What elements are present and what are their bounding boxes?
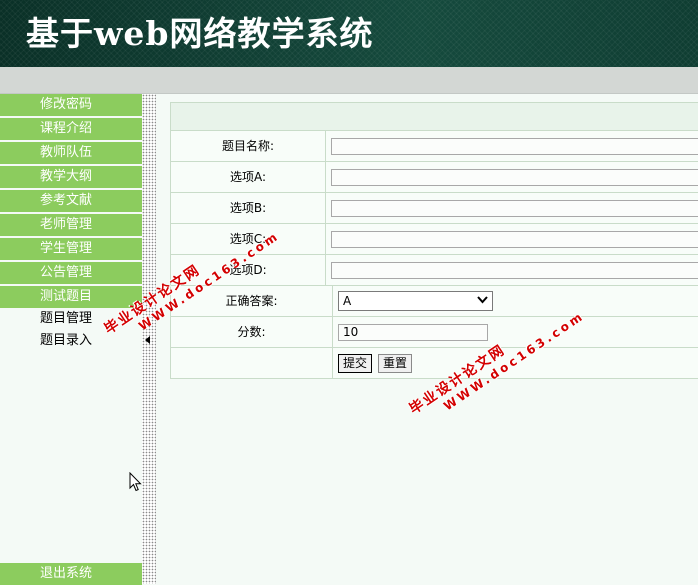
option-d-label: 选项D: bbox=[171, 255, 326, 285]
sidebar-item-test-questions[interactable]: 测试题目 bbox=[0, 286, 142, 308]
form-header-bar bbox=[171, 103, 698, 131]
question-title-label: 题目名称: bbox=[171, 131, 326, 161]
reset-button[interactable]: 重置 bbox=[378, 353, 413, 373]
option-c-input[interactable] bbox=[331, 230, 698, 248]
score-label: 分数: bbox=[171, 317, 333, 347]
submenu-item-question-entry[interactable]: 题目录入 bbox=[0, 330, 142, 352]
form-row-option-d: 选项D: bbox=[171, 255, 698, 286]
chevron-down-icon bbox=[477, 295, 488, 307]
mouse-cursor-icon bbox=[129, 472, 142, 492]
form-row-option-b: 选项B: bbox=[171, 193, 698, 224]
form-row-option-c: 选项C: bbox=[171, 224, 698, 255]
app-header: 基于web网络教学系统 bbox=[0, 0, 698, 67]
sidebar-item-logout[interactable]: 退出系统 bbox=[0, 563, 142, 585]
sidebar-item-teachers[interactable]: 教师队伍 bbox=[0, 142, 142, 164]
sidebar-item-student-management[interactable]: 学生管理 bbox=[0, 238, 142, 260]
option-d-input[interactable] bbox=[331, 261, 698, 279]
sidebar-item-change-password[interactable]: 修改密码 bbox=[0, 94, 142, 116]
option-b-label: 选项B: bbox=[171, 193, 326, 223]
form-row-answer: 正确答案: A bbox=[171, 286, 698, 317]
option-b-input[interactable] bbox=[331, 199, 698, 217]
form-row-actions: 提交 重置 bbox=[171, 348, 698, 378]
sidebar-item-syllabus[interactable]: 教学大纲 bbox=[0, 166, 142, 188]
option-a-input[interactable] bbox=[331, 168, 698, 186]
form-row-title: 题目名称: bbox=[171, 131, 698, 162]
form-row-option-a: 选项A: bbox=[171, 162, 698, 193]
sidebar-item-teacher-management[interactable]: 老师管理 bbox=[0, 214, 142, 236]
sidebar: 修改密码 课程介绍 教师队伍 教学大纲 参考文献 老师管理 学生管理 公告管理 … bbox=[0, 94, 142, 585]
correct-answer-value: A bbox=[343, 294, 352, 308]
score-input[interactable] bbox=[338, 323, 488, 341]
submit-button[interactable]: 提交 bbox=[338, 353, 373, 373]
sidebar-item-announcement-management[interactable]: 公告管理 bbox=[0, 262, 142, 284]
actions-label-cell bbox=[171, 348, 333, 378]
header-divider-bar bbox=[0, 67, 698, 94]
option-a-label: 选项A: bbox=[171, 162, 326, 192]
sidebar-item-references[interactable]: 参考文献 bbox=[0, 190, 142, 212]
question-entry-form: 题目名称: 选项A: 选项B: 选项C: 选项D: 正确答案: A 分数: 10… bbox=[170, 102, 698, 379]
submenu-item-question-management[interactable]: 题目管理 bbox=[0, 308, 142, 330]
collapse-arrow-icon[interactable] bbox=[145, 336, 150, 344]
question-title-input[interactable] bbox=[331, 137, 698, 155]
correct-answer-select[interactable]: A bbox=[338, 291, 493, 311]
form-row-score: 分数: bbox=[171, 317, 698, 348]
correct-answer-label: 正确答案: bbox=[171, 286, 333, 316]
sidebar-splitter[interactable] bbox=[142, 94, 156, 584]
sidebar-item-course-intro[interactable]: 课程介绍 bbox=[0, 118, 142, 140]
app-title: 基于web网络教学系统 bbox=[26, 14, 374, 53]
option-c-label: 选项C: bbox=[171, 224, 326, 254]
